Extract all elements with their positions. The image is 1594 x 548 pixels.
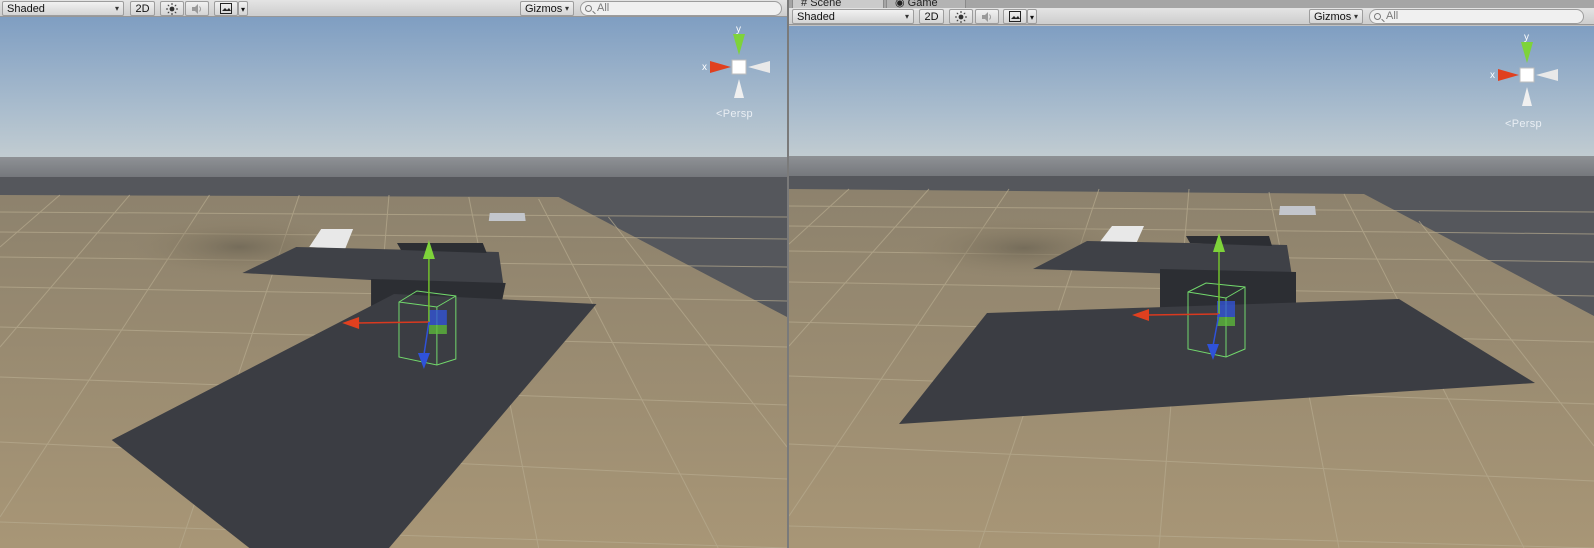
y-axis-label: y — [736, 25, 741, 35]
projection-label: Persp — [722, 108, 753, 120]
center-cube[interactable] — [1519, 67, 1535, 83]
image-effects-icon — [1009, 11, 1021, 22]
scene-toolbar: Shaded ▾ 2D ▾ Gizmos ▾ All — [0, 0, 787, 17]
neg-x-axis-cone[interactable] — [1536, 69, 1558, 81]
x-axis-cone[interactable] — [710, 61, 731, 73]
gizmos-dropdown[interactable]: Gizmos ▾ — [1309, 9, 1363, 24]
effects-dropdown[interactable]: ▾ — [1027, 9, 1037, 24]
chevron-down-icon: ▾ — [240, 5, 245, 14]
axis-plane-handle[interactable] — [1217, 317, 1235, 326]
draw-mode-label: Shaded — [797, 11, 835, 23]
x-axis-line — [357, 321, 429, 324]
white-box-far — [488, 213, 526, 221]
scene-viewport[interactable]: y x <Persp — [0, 17, 787, 548]
search-icon — [1374, 13, 1381, 20]
gizmos-label: Gizmos — [1314, 11, 1352, 23]
neg-y-axis-cone[interactable] — [734, 79, 744, 98]
sky — [0, 17, 787, 167]
chevron-down-icon: ▾ — [564, 4, 569, 13]
image-effects-icon — [220, 3, 232, 14]
toggle-2d-button[interactable]: 2D — [130, 1, 155, 16]
lighting-toggle[interactable] — [160, 1, 184, 16]
audio-speaker-icon — [982, 12, 991, 22]
effects-dropdown[interactable]: ▾ — [238, 1, 248, 16]
audio-toggle[interactable] — [185, 1, 209, 16]
chevron-down-icon: ▾ — [1029, 13, 1034, 22]
center-cube[interactable] — [731, 59, 747, 75]
effects-toggle[interactable] — [214, 1, 238, 16]
neg-x-axis-cone[interactable] — [748, 61, 770, 73]
effects-toggle[interactable] — [1003, 9, 1027, 24]
x-axis-line — [1146, 313, 1220, 316]
scene-view-left: Shaded ▾ 2D ▾ Gizmos ▾ All y x <Persp — [0, 0, 789, 548]
search-placeholder: All — [597, 2, 610, 14]
lighting-toggle[interactable] — [949, 9, 973, 24]
toggle-2d-label: 2D — [924, 11, 939, 23]
projection-toggle[interactable]: <Persp — [716, 108, 753, 120]
draw-mode-dropdown[interactable]: Shaded ▾ — [792, 9, 914, 24]
orientation-gizmo[interactable]: y x — [700, 24, 780, 105]
search-placeholder: All — [1386, 10, 1399, 22]
hierarchy-search-input[interactable]: All — [580, 1, 782, 16]
gizmos-label: Gizmos — [525, 3, 563, 15]
persp-chevron-icon: < — [716, 108, 723, 120]
x-axis-label: x — [702, 62, 707, 73]
gizmos-dropdown[interactable]: Gizmos ▾ — [520, 1, 574, 16]
axis-plane-handle[interactable] — [428, 325, 447, 334]
white-box-far — [1279, 206, 1316, 215]
sky — [789, 26, 1594, 166]
chevron-down-icon: ▾ — [1353, 12, 1358, 21]
scene-render[interactable] — [789, 26, 1594, 548]
x-axis-cone[interactable] — [1498, 69, 1519, 81]
toggle-2d-label: 2D — [135, 3, 150, 15]
axis-orientation-gizmo[interactable]: y x — [1488, 32, 1568, 113]
hierarchy-search-input[interactable]: All — [1369, 9, 1584, 24]
chevron-down-icon: ▾ — [904, 12, 909, 21]
audio-toggle[interactable] — [975, 9, 999, 24]
chevron-down-icon: ▾ — [114, 4, 119, 13]
axis-plane-handle[interactable] — [428, 310, 447, 325]
search-icon — [585, 5, 592, 12]
orientation-gizmo[interactable]: y x — [1488, 32, 1568, 113]
projection-toggle[interactable]: <Persp — [1505, 118, 1542, 130]
y-axis-cone[interactable] — [1521, 42, 1533, 63]
axis-orientation-gizmo[interactable]: y x — [700, 24, 780, 105]
draw-mode-label: Shaded — [7, 3, 45, 15]
scene-toolbar: Shaded ▾ 2D ▾ Gizmos ▾ All — [789, 8, 1594, 25]
draw-mode-dropdown[interactable]: Shaded ▾ — [2, 1, 124, 16]
y-axis-label: y — [1524, 33, 1529, 43]
persp-chevron-icon: < — [1505, 118, 1512, 130]
y-axis-cone[interactable] — [733, 34, 745, 55]
scene-view-right: # Scene ◉ Game Shaded ▾ 2D ▾ Gizmos ▾ Al… — [789, 0, 1594, 548]
sun-lighting-icon — [955, 11, 967, 23]
neg-y-axis-cone[interactable] — [1522, 87, 1532, 106]
x-axis-label: x — [1490, 70, 1495, 81]
projection-label: Persp — [1511, 118, 1542, 130]
scene-render[interactable] — [0, 17, 787, 548]
scene-viewport[interactable]: y x <Persp — [789, 26, 1594, 548]
toggle-2d-button[interactable]: 2D — [919, 9, 944, 24]
sun-lighting-icon — [166, 3, 178, 15]
audio-speaker-icon — [192, 4, 201, 14]
